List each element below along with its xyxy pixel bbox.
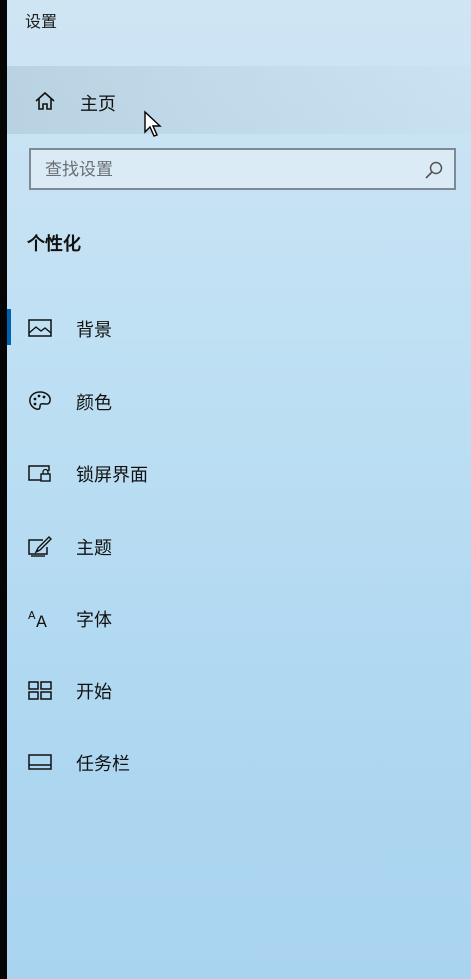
nav-item-taskbar[interactable]: 任务栏 bbox=[7, 739, 471, 785]
mouse-cursor-icon bbox=[144, 110, 162, 137]
theme-brush-icon bbox=[28, 536, 52, 557]
section-heading: 个性化 bbox=[27, 234, 81, 255]
home-icon bbox=[35, 91, 55, 110]
app-title: 设置 bbox=[25, 12, 58, 31]
search-box[interactable] bbox=[29, 148, 456, 190]
nav-item-label: 锁屏界面 bbox=[76, 465, 148, 486]
home-nav-item[interactable]: 主页 bbox=[7, 66, 471, 134]
nav-item-themes[interactable]: 主题 bbox=[7, 523, 471, 569]
nav-item-fonts[interactable]: A A 字体 bbox=[7, 595, 471, 641]
taskbar-icon bbox=[28, 754, 52, 770]
nav-item-label: 开始 bbox=[76, 682, 112, 703]
nav-item-label: 主题 bbox=[76, 538, 112, 559]
start-grid-icon bbox=[28, 681, 52, 700]
picture-icon bbox=[28, 319, 52, 337]
svg-text:A: A bbox=[36, 612, 47, 629]
nav-item-colors[interactable]: 颜色 bbox=[7, 378, 471, 424]
nav-item-lock-screen[interactable]: 锁屏界面 bbox=[7, 450, 471, 496]
nav-item-label: 任务栏 bbox=[76, 754, 130, 775]
settings-sidebar: 设置 主页 个性化 背景 颜色 bbox=[7, 0, 471, 979]
nav-item-background[interactable]: 背景 bbox=[7, 305, 471, 351]
nav-item-label: 背景 bbox=[76, 320, 112, 341]
nav-item-label: 字体 bbox=[76, 610, 112, 631]
home-label: 主页 bbox=[80, 94, 116, 115]
lock-screen-icon bbox=[28, 465, 51, 482]
search-input[interactable] bbox=[31, 150, 427, 190]
font-icon: A A bbox=[28, 609, 47, 629]
nav-item-label: 颜色 bbox=[76, 393, 112, 414]
search-icon[interactable] bbox=[424, 160, 444, 180]
nav-item-start[interactable]: 开始 bbox=[7, 667, 471, 713]
palette-icon bbox=[29, 391, 51, 410]
svg-text:A: A bbox=[28, 609, 36, 622]
